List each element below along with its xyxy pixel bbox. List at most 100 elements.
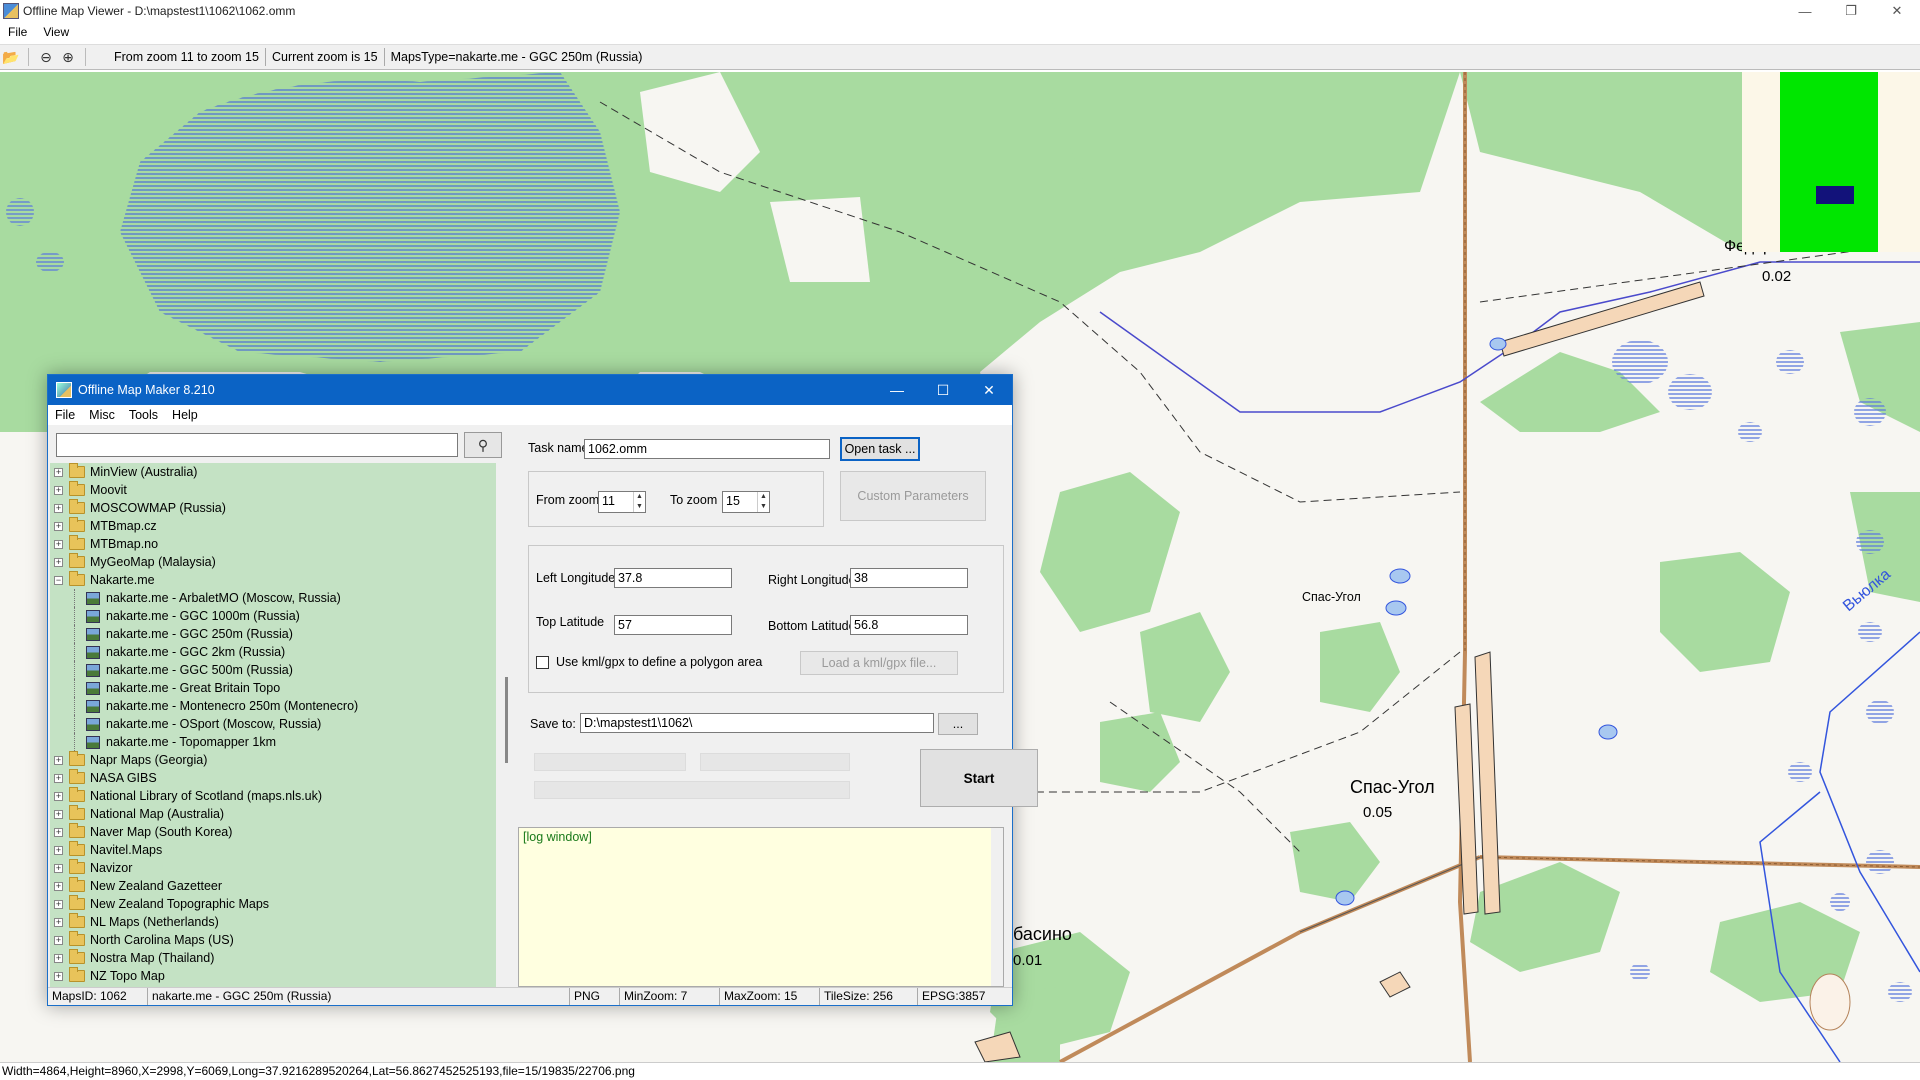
close-button[interactable]: ✕ xyxy=(1874,0,1920,22)
zoom-in-icon[interactable]: ⊕ xyxy=(57,47,79,67)
tree-item[interactable]: + Napr Maps (Georgia) xyxy=(50,751,496,769)
tree-item-label: MTBmap.cz xyxy=(90,519,157,533)
folder-icon xyxy=(69,895,85,910)
tree-item[interactable]: + MyGeoMap (Malaysia) xyxy=(50,553,496,571)
tree-item[interactable]: + Nostra Map (Thailand) xyxy=(50,949,496,967)
search-icon[interactable]: ⚲ xyxy=(464,432,502,458)
expand-icon[interactable]: + xyxy=(54,935,63,945)
browse-button[interactable]: ... xyxy=(938,713,978,735)
tree-item[interactable]: + New Zealand Topographic Maps xyxy=(50,895,496,913)
tree-item-label: nakarte.me - Great Britain Topo xyxy=(106,681,281,695)
maximize-button[interactable]: ❐ xyxy=(1828,0,1874,22)
dialog-menu-help[interactable]: Help xyxy=(165,408,205,422)
tree-item[interactable]: nakarte.me - ArbaletMO (Moscow, Russia) xyxy=(50,589,496,607)
tree-item[interactable]: + National Map (Australia) xyxy=(50,805,496,823)
from-zoom-arrows-icon[interactable]: ▲ ▼ xyxy=(633,492,645,512)
expand-icon[interactable]: + xyxy=(54,863,63,873)
right-longitude-input[interactable]: 38 xyxy=(850,568,968,588)
custom-parameters-button[interactable]: Custom Parameters xyxy=(840,471,986,521)
tree-item[interactable]: + New Zealand Gazetteer xyxy=(50,877,496,895)
minimize-button[interactable]: — xyxy=(1782,0,1828,22)
menu-view[interactable]: View xyxy=(35,25,77,39)
tree-scrollbar-thumb[interactable] xyxy=(505,677,508,763)
expand-icon[interactable]: + xyxy=(54,539,63,549)
start-button[interactable]: Start xyxy=(920,749,1038,807)
bottom-latitude-input[interactable]: 56.8 xyxy=(850,615,968,635)
left-longitude-input[interactable]: 37.8 xyxy=(614,568,732,588)
tree-item[interactable]: + Naver Map (South Korea) xyxy=(50,823,496,841)
tree-item[interactable]: + MinView (Australia) xyxy=(50,463,496,481)
tree-item[interactable]: nakarte.me - Montenecro 250m (Montenecro… xyxy=(50,697,496,715)
expand-icon[interactable]: + xyxy=(54,485,63,495)
expand-icon[interactable]: + xyxy=(54,899,63,909)
tree-item[interactable]: nakarte.me - GGC 250m (Russia) xyxy=(50,625,496,643)
dialog-titlebar: Offline Map Maker 8.210 — ☐ ✕ xyxy=(48,375,1012,405)
tree-item-label: Navizor xyxy=(90,861,133,875)
tree-connector xyxy=(74,679,86,697)
overview-minimap[interactable] xyxy=(1742,72,1920,252)
tree-item[interactable]: nakarte.me - Great Britain Topo xyxy=(50,679,496,697)
save-to-input[interactable]: D:\mapstest1\1062\ xyxy=(580,713,934,733)
expand-icon[interactable]: + xyxy=(54,521,63,531)
expand-icon[interactable]: + xyxy=(54,773,63,783)
collapse-icon[interactable]: − xyxy=(54,575,63,585)
tree-item[interactable]: + North Carolina Maps (US) xyxy=(50,931,496,949)
expand-icon[interactable]: + xyxy=(54,755,63,765)
zoom-out-icon[interactable]: ⊖ xyxy=(35,47,57,67)
tree-item[interactable]: + Navitel.Maps xyxy=(50,841,496,859)
task-name-input[interactable]: 1062.omm xyxy=(584,439,830,459)
open-folder-icon[interactable]: 📂 xyxy=(0,47,22,67)
tree-item[interactable]: nakarte.me - OSport (Moscow, Russia) xyxy=(50,715,496,733)
dialog-menu-tools[interactable]: Tools xyxy=(122,408,165,422)
tree-item[interactable]: + National Library of Scotland (maps.nls.… xyxy=(50,787,496,805)
tree-item[interactable]: + NZ Topo Map xyxy=(50,967,496,985)
expand-icon[interactable]: + xyxy=(54,503,63,513)
tree-item[interactable]: + NASA GIBS xyxy=(50,769,496,787)
dialog-close-button[interactable]: ✕ xyxy=(966,375,1012,405)
dialog-minimize-button[interactable]: — xyxy=(874,375,920,405)
expand-icon[interactable]: + xyxy=(54,791,63,801)
dialog-menu-misc[interactable]: Misc xyxy=(82,408,122,422)
expand-icon[interactable]: + xyxy=(54,881,63,891)
log-scrollbar[interactable] xyxy=(991,828,1003,986)
expand-icon[interactable]: + xyxy=(54,845,63,855)
expand-icon[interactable]: + xyxy=(54,971,63,981)
dialog-maximize-button[interactable]: ☐ xyxy=(920,375,966,405)
top-latitude-input[interactable]: 57 xyxy=(614,615,732,635)
to-zoom-stepper[interactable]: 15 ▲ ▼ xyxy=(722,491,770,513)
kml-polygon-label: Use kml/gpx to define a polygon area xyxy=(556,655,763,669)
tree-item[interactable]: + Navizor xyxy=(50,859,496,877)
from-zoom-stepper[interactable]: 11 ▲ ▼ xyxy=(598,491,646,513)
dialog-menu-file[interactable]: File xyxy=(48,408,82,422)
kml-polygon-checkbox[interactable] xyxy=(536,656,549,669)
tree-item[interactable]: + MTBmap.no xyxy=(50,535,496,553)
map-search-input[interactable] xyxy=(56,433,458,457)
tree-item[interactable]: + NL Maps (Netherlands) xyxy=(50,913,496,931)
map-source-tree[interactable]: + MinView (Australia) + Moovit + MOSCOWMAP (R… xyxy=(50,463,496,987)
expand-icon[interactable]: + xyxy=(54,557,63,567)
expand-icon[interactable]: + xyxy=(54,467,63,477)
tree-item[interactable]: + MTBmap.cz xyxy=(50,517,496,535)
tree-connector xyxy=(74,607,86,625)
tree-item[interactable]: − Nakarte.me xyxy=(50,571,496,589)
tree-item[interactable]: nakarte.me - GGC 1000m (Russia) xyxy=(50,607,496,625)
tree-item[interactable]: nakarte.me - GGC 2km (Russia) xyxy=(50,643,496,661)
tree-item[interactable]: + Moovit xyxy=(50,481,496,499)
expand-icon[interactable]: + xyxy=(54,809,63,819)
expand-icon[interactable]: + xyxy=(54,953,63,963)
open-task-button[interactable]: Open task ... xyxy=(840,437,920,461)
tree-item[interactable]: nakarte.me - Topomapper 1km xyxy=(50,733,496,751)
tree-item-label: National Map (Australia) xyxy=(90,807,225,821)
expand-icon[interactable]: + xyxy=(54,827,63,837)
menu-file[interactable]: File xyxy=(0,25,35,39)
tree-item-label: North Carolina Maps (US) xyxy=(90,933,234,947)
tree-item[interactable]: nakarte.me - GGC 500m (Russia) xyxy=(50,661,496,679)
load-kml-button[interactable]: Load a kml/gpx file... xyxy=(800,651,958,675)
toolbar-separator xyxy=(85,48,86,66)
tree-scrollbar[interactable] xyxy=(502,463,512,979)
to-zoom-arrows-icon[interactable]: ▲ ▼ xyxy=(757,492,769,512)
log-window[interactable]: [log window] xyxy=(518,827,1004,987)
minimap-viewport-marker[interactable] xyxy=(1816,186,1854,204)
tree-item[interactable]: + MOSCOWMAP (Russia) xyxy=(50,499,496,517)
expand-icon[interactable]: + xyxy=(54,917,63,927)
